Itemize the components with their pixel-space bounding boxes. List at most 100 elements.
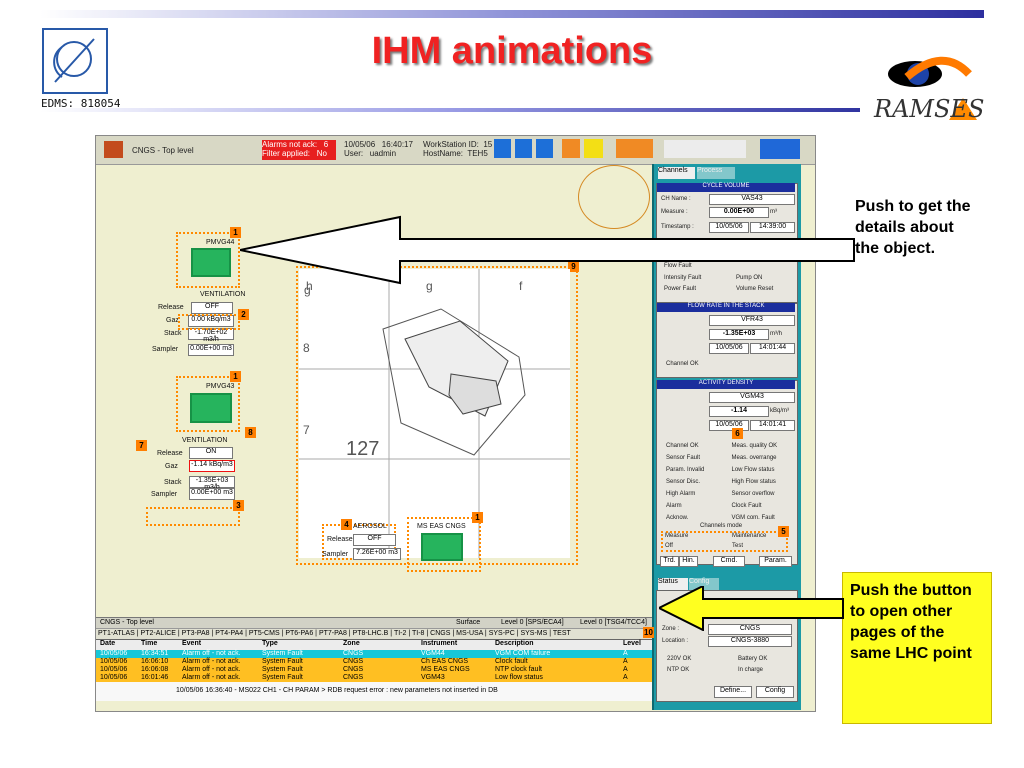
measure-2: -1.35E+03 — [709, 329, 769, 340]
ms-eas-label: MS EAS CNGS — [417, 523, 466, 530]
sampler-label-1: Sampler — [152, 346, 179, 353]
cern-logo — [42, 28, 108, 94]
maintenance-mode[interactable]: Maintenance — [732, 533, 766, 539]
channels-tab[interactable]: Channels — [658, 167, 695, 179]
power-fault-flag: Power Fault — [664, 286, 697, 292]
channel-name-3: VGM43 — [709, 392, 795, 403]
forward-button[interactable] — [515, 139, 532, 158]
release-label-3: Release — [327, 536, 353, 543]
param-button[interactable]: Param. — [759, 556, 792, 567]
off-mode[interactable]: Off — [665, 543, 673, 549]
220v-ok-flag: 220V OK — [667, 656, 692, 662]
alarm-toolbar-icon[interactable] — [562, 139, 580, 158]
alarm-status[interactable]: Alarms not ack: 6 Filter applied: No — [262, 140, 336, 160]
stack-value-2: -1.35E+03 m3/h — [189, 476, 235, 491]
measure-mode[interactable]: Measure — [665, 533, 688, 539]
pmvg43-monitor-button[interactable] — [190, 393, 232, 423]
details-callout-text: Push to get the details about the object… — [855, 198, 971, 257]
workstation-display: WorkStation ID: 15 HostName: TEH5 — [423, 140, 493, 158]
badge-8: 8 — [245, 427, 256, 438]
define-button[interactable]: Define... — [714, 686, 752, 698]
empty-highlight-3 — [146, 507, 240, 526]
table-row[interactable]: 10/05/06 16:06:10 Alarm off - not ack. Syst… — [96, 658, 652, 666]
badge-4: 4 — [341, 519, 352, 530]
time-2: 14:01:44 — [750, 343, 795, 354]
battery-ok-flag: Battery OK — [738, 656, 768, 662]
gaz-label-2: Gaz — [165, 463, 178, 470]
pmvg44-monitor-button[interactable] — [191, 248, 231, 277]
timestamp-2: 10/05/06 — [709, 343, 749, 354]
sampler-label-2: Sampler — [151, 491, 178, 498]
pages-callout-text: Push the button to open other pages of t… — [850, 582, 972, 662]
map-label-8: 8 — [303, 341, 310, 355]
activity-flags-list: Channel OK Sensor Fault Param. Invalid Sens… — [666, 443, 778, 521]
location-value: CNGS-3880 — [708, 636, 792, 647]
table-row[interactable]: 10/05/06 16:06:08 Alarm off - not ack. Syst… — [96, 666, 652, 674]
up-button[interactable] — [536, 139, 553, 158]
in-charge-flag: In charge — [738, 667, 764, 673]
stack-label-2: Stack — [164, 479, 182, 486]
release-value-1: OFF — [191, 302, 233, 314]
badge-1-second: 1 — [230, 371, 241, 382]
location-label: Location : — [662, 638, 689, 644]
details-callout-arrow — [240, 215, 855, 285]
trend-button[interactable]: Trd. — [660, 556, 679, 567]
print-help-icons[interactable] — [760, 139, 800, 159]
unit-2: m³/h — [770, 331, 782, 337]
back-button[interactable] — [494, 139, 511, 158]
release-label-1: Release — [158, 304, 184, 311]
badge-7: 7 — [136, 440, 147, 451]
release-value-2: ON — [189, 447, 233, 459]
time-3: 14:01:41 — [750, 420, 795, 431]
top-gradient-bar — [40, 10, 984, 18]
table-row[interactable]: 10/05/06 16:01:46 Alarm off - not ack. Syst… — [96, 674, 652, 682]
unit-3: kBq/m³ — [770, 408, 790, 414]
ntp-ok-flag: NTP OK — [667, 667, 690, 673]
test-mode[interactable]: Test — [732, 543, 743, 549]
site-map[interactable] — [299, 269, 570, 558]
date-user-display: 10/05/06 16:40:17 User: uadmin — [344, 140, 413, 158]
map-number: 127 — [346, 438, 380, 460]
release-value-3: OFF — [353, 534, 396, 546]
tools-icons[interactable] — [664, 140, 746, 158]
ventilation-label-1: VENTILATION — [200, 291, 246, 298]
map-label-g2: g — [304, 283, 311, 297]
header-underline — [40, 108, 860, 112]
config-button[interactable]: Config — [756, 686, 794, 698]
activity-density-title: ACTIVITY DENSITY — [657, 380, 795, 389]
sampler-value-3: 7.26E+00 m3 — [353, 548, 401, 560]
app-title: CNGS - Top level — [132, 146, 194, 155]
people-icons[interactable] — [616, 139, 653, 158]
sampler-value-1: 0.00E+00 m3 — [188, 344, 234, 356]
pmvg43-label: PMVG43 — [206, 383, 235, 390]
alarm-table[interactable]: Date Time Event Type Zone Instrument Descripti… — [96, 639, 652, 701]
badge-10: 10 — [643, 627, 654, 638]
measure-3: -1.14 — [709, 406, 769, 417]
ventilation-label-2: VENTILATION — [182, 437, 228, 444]
badge-6: 6 — [732, 428, 743, 439]
sampler-value-2: 0.00E+00 m3 — [189, 488, 235, 500]
table-row[interactable]: 10/05/06 16:34:51 Alarm off - not ack. Syst… — [96, 650, 652, 658]
app-logo-icon — [104, 141, 123, 158]
ramses-logo: RAMSES — [865, 40, 984, 126]
process-tab[interactable]: Process — [697, 167, 735, 179]
channel-name-2: VFR43 — [709, 315, 795, 326]
pages-callout-arrow — [659, 586, 844, 631]
release-label-2: Release — [157, 450, 183, 457]
pmvg44-label: PMVG44 — [206, 239, 235, 246]
ms-eas-monitor-button[interactable] — [421, 533, 463, 561]
status-message: 10/05/06 16:36:40 - MS022 CH1 - CH PARAM… — [176, 687, 498, 694]
history-button[interactable]: Hin. — [679, 556, 698, 567]
channel-ok-flag: Channel OK — [666, 361, 699, 367]
channels-mode-title: Channels mode — [700, 523, 743, 529]
sampler-label-3: Sampler — [322, 551, 349, 558]
aerosol-label: AEROSOL — [353, 523, 387, 530]
application-header: CNGS - Top level Alarms not ack: 6 Filte… — [96, 136, 815, 165]
gaz-highlight-1 — [178, 314, 240, 330]
gaz-value-2: -1.14 kBq/m3 — [189, 460, 235, 472]
warning-icon[interactable] — [584, 139, 603, 158]
command-button[interactable]: Cmd. — [713, 556, 745, 567]
map-label-7: 7 — [303, 423, 310, 437]
badge-3: 3 — [233, 500, 244, 511]
tab-list[interactable]: PT1-ATLAS | PT2-ALICE | PT3-PA8 | PT4-PA… — [98, 630, 571, 637]
